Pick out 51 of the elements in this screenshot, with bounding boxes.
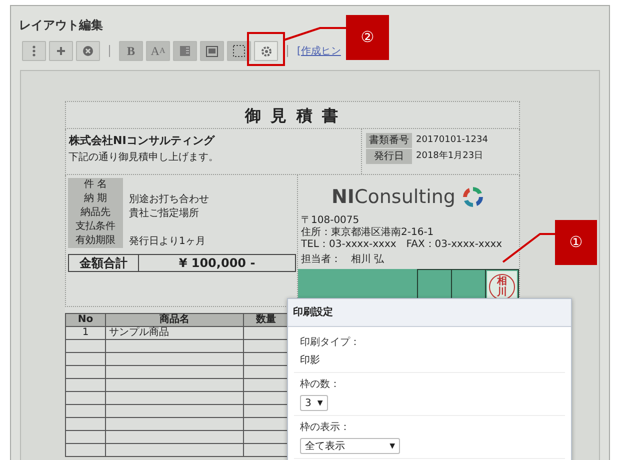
table-cell: サンプル商品 (106, 326, 244, 339)
leader-line (502, 233, 555, 263)
staff-label: 担当者： (301, 254, 341, 266)
settings-icon (260, 46, 272, 56)
close-icon (83, 46, 93, 56)
detail-value: 別途お打ち合わせ (128, 192, 209, 206)
meta-value: 20170101-1234 (416, 134, 488, 147)
frame-icon (206, 46, 218, 56)
field-label: 印刷タイプ： (300, 336, 361, 350)
field-label: 枠の数： (300, 378, 341, 392)
meta-value: 2018年1月23日 (416, 150, 484, 163)
address-line: 住所：東京都港区港南2-16-1 (300, 227, 435, 239)
panel-title: 印刷設定 (288, 299, 571, 327)
address-line: 〒108-0075 (300, 215, 360, 226)
toolbar-button[interactable] (76, 41, 100, 61)
paragraph-icon (180, 46, 190, 56)
company-logo-text: NIConsulting (332, 184, 456, 210)
plus-icon (56, 46, 66, 56)
highlight-frame (247, 32, 285, 66)
detail-value: 発行日より1ヶ月 (128, 234, 206, 248)
callout-marker: ② (346, 15, 389, 60)
address-line: TEL：03-xxxx-xxxx FAX：03-xxxx-xxxx (300, 239, 504, 251)
detail-label: 納 期 (68, 192, 123, 206)
toolbar-button[interactable] (254, 41, 278, 61)
window-title: レイアウト編集 (19, 18, 103, 32)
greeting-text: 下記の通り御見積申し上げます。 (68, 150, 220, 164)
meta-label: 発行日 (366, 149, 412, 164)
total-amount: ¥ 100,000 - (178, 255, 256, 271)
meta-label: 書類番号 (366, 133, 412, 148)
logo-icon (461, 185, 486, 209)
document-title: 御 見 積 書 (65, 101, 520, 129)
dotted-frame-icon (233, 45, 245, 57)
leader-line (284, 27, 346, 41)
detail-value: 貴社ご指定場所 (128, 206, 199, 220)
field-label: 枠の表示： (300, 420, 351, 435)
table-cell: 1 (66, 326, 106, 339)
detail-label: 納品先 (68, 206, 123, 220)
hint-link[interactable]: [作成ヒン (297, 44, 341, 58)
callout-marker: ① (555, 220, 597, 265)
toolbar-button[interactable] (49, 41, 73, 61)
staff-name: 相川 弘 (351, 254, 384, 266)
detail-label: 件 名 (68, 178, 123, 192)
column-header: No (66, 313, 106, 326)
detail-label: 有効期限 (68, 234, 123, 248)
toolbar-button[interactable] (22, 41, 46, 61)
total-label: 金額合計 (69, 255, 139, 271)
field-value: 印影 (300, 354, 321, 368)
column-header: 商品名 (106, 313, 244, 326)
detail-label: 支払条件 (68, 220, 123, 234)
customer-name: 株式会社NIコンサルティング (68, 133, 216, 149)
more-icon (32, 45, 36, 57)
